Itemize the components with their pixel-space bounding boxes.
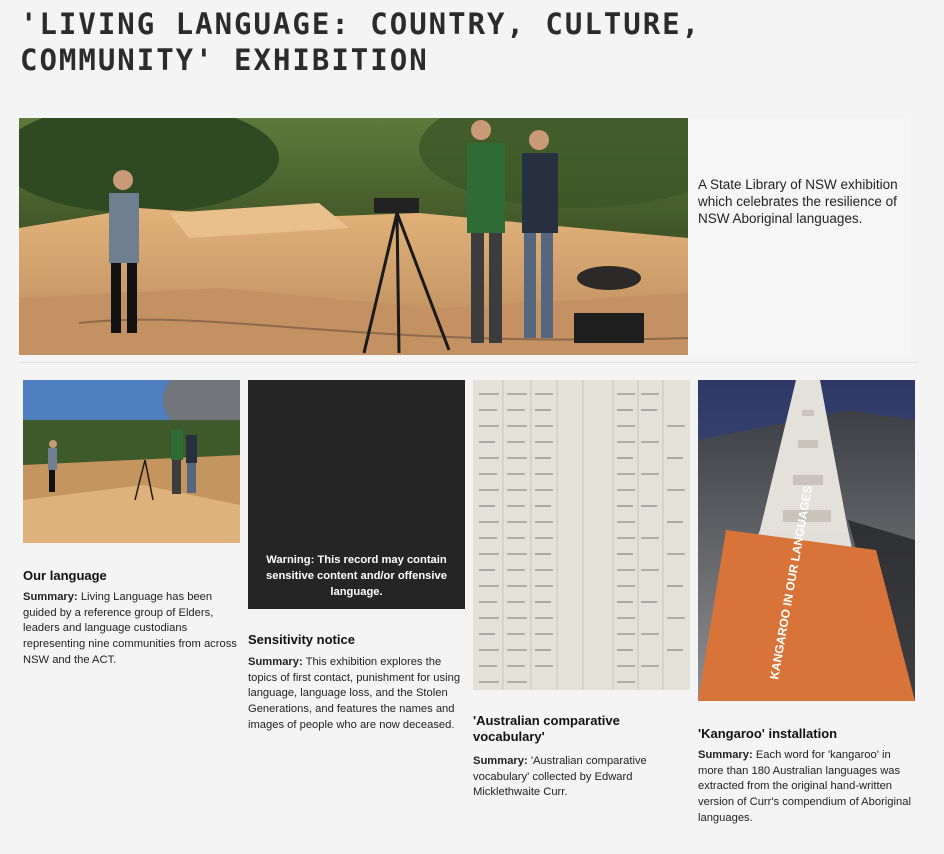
page-title: 'Living language: Country, culture, comm…: [20, 7, 702, 77]
card-summary: Summary: Each word for 'kangaroo' in mor…: [698, 748, 915, 827]
hero-panel: A State Library of NSW exhibition which …: [688, 118, 910, 355]
summary-label: Summary:: [473, 755, 528, 767]
card-image-sensitivity[interactable]: Warning: This record may contain sensiti…: [248, 380, 465, 609]
summary-label: Summary:: [23, 591, 78, 603]
hero-image[interactable]: [19, 118, 688, 355]
card-sensitivity-notice[interactable]: Warning: This record may contain sensiti…: [248, 380, 465, 734]
card-heading[interactable]: 'Australian comparative vocabulary': [473, 713, 690, 745]
card-heading[interactable]: Our language: [23, 568, 240, 584]
hero-description: A State Library of NSW exhibition which …: [698, 176, 898, 226]
card-kangaroo-installation[interactable]: KANGAROO IN OUR LANGUAGES 'Kangaroo' ins…: [698, 380, 915, 827]
card-heading[interactable]: 'Kangaroo' installation: [698, 726, 915, 742]
card-summary: Summary: Living Language has been guided…: [23, 590, 240, 669]
card-image-our-language[interactable]: [23, 380, 240, 543]
card-heading[interactable]: Sensitivity notice: [248, 632, 465, 648]
card-comparative-vocabulary[interactable]: 'Australian comparative vocabulary' Summ…: [473, 380, 690, 801]
summary-label: Summary:: [248, 656, 303, 668]
card-image-vocabulary[interactable]: [473, 380, 690, 690]
summary-label: Summary:: [698, 749, 753, 761]
card-our-language[interactable]: Our language Summary: Living Language ha…: [23, 380, 240, 669]
card-image-kangaroo[interactable]: KANGAROO IN OUR LANGUAGES: [698, 380, 915, 701]
card-summary: Summary: This exhibition explores the to…: [248, 655, 465, 734]
divider: [19, 362, 919, 363]
warning-text: Warning: This record may contain sensiti…: [266, 554, 447, 598]
card-summary: Summary: 'Australian comparative vocabul…: [473, 754, 690, 801]
